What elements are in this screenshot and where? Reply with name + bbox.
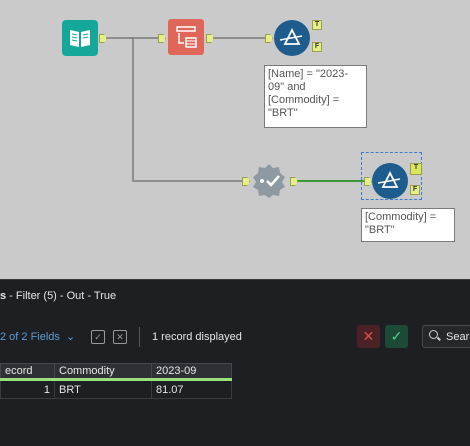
book-icon (70, 30, 90, 47)
search-label: Sear (446, 331, 470, 343)
cell-record[interactable]: 1 (0, 379, 55, 399)
filter1-annotation: [Name] = "2023- 09" and [Commodity] = "B… (264, 65, 367, 128)
annotation-line: [Name] = "2023- (268, 68, 349, 80)
filter1-true-anchor[interactable]: T (312, 20, 322, 30)
filter1-false-anchor[interactable]: F (312, 42, 322, 52)
filter-prism-icon (377, 170, 401, 188)
apply-filter-button[interactable]: ✓ (385, 325, 408, 348)
cell-value[interactable]: 81.07 (151, 379, 232, 399)
data-cleanse-tool[interactable] (251, 163, 287, 199)
column-header-record[interactable]: ecord (0, 363, 55, 381)
annotation-line: [Commodity] = (268, 94, 340, 106)
clear-filter-button[interactable]: ✕ (357, 325, 380, 348)
annotation-line: "BRT" (268, 107, 298, 119)
record-count: 1 record displayed (152, 331, 242, 343)
results-panel: s - Filter (5) - Out - True 2 of 2 Field… (0, 279, 470, 446)
results-table: ecord Commodity 2023-09 1 BRT 81.07 (0, 363, 232, 399)
workflow-canvas[interactable]: T F [Name] = "2023- 09" and [Commodity] … (0, 0, 470, 279)
gear-check-icon (253, 164, 285, 198)
chevron-down-icon[interactable]: ⌄ (66, 330, 75, 343)
toolbar-divider (139, 327, 140, 347)
fields-dropdown[interactable]: 2 of 2 Fields (0, 331, 60, 343)
results-title-text: - Filter (5) - Out - True (6, 290, 117, 302)
filter2-false-anchor[interactable]: F (410, 185, 420, 195)
annotation-line: "BRT" (365, 224, 395, 236)
uncheck-all-icon[interactable]: ✕ (113, 330, 127, 344)
annotation-line: [Commodity] = (365, 211, 437, 223)
filter2-annotation: [Commodity] = "BRT" (361, 208, 455, 242)
check-all-icon[interactable]: ✓ (91, 330, 105, 344)
results-title: s - Filter (5) - Out - True (0, 290, 116, 302)
input-data-tool[interactable] (62, 20, 98, 56)
formula-icon (176, 26, 197, 48)
column-header-2023-09[interactable]: 2023-09 (151, 363, 232, 381)
filter-tool-2[interactable] (372, 163, 408, 199)
formula-tool[interactable] (168, 19, 204, 55)
filter-tool-1[interactable] (274, 20, 310, 56)
search-icon (429, 330, 438, 339)
filter-prism-icon (279, 27, 303, 45)
table-row[interactable]: 1 BRT 81.07 (0, 379, 232, 399)
cell-commodity[interactable]: BRT (54, 379, 152, 399)
results-toolbar: 2 of 2 Fields ⌄ ✓ ✕ 1 record displayed ✕… (0, 323, 470, 351)
column-header-commodity[interactable]: Commodity (54, 363, 152, 381)
filter2-true-anchor[interactable]: T (410, 163, 422, 175)
search-box[interactable]: Sear (422, 325, 470, 348)
annotation-line: 09" and (268, 81, 306, 93)
